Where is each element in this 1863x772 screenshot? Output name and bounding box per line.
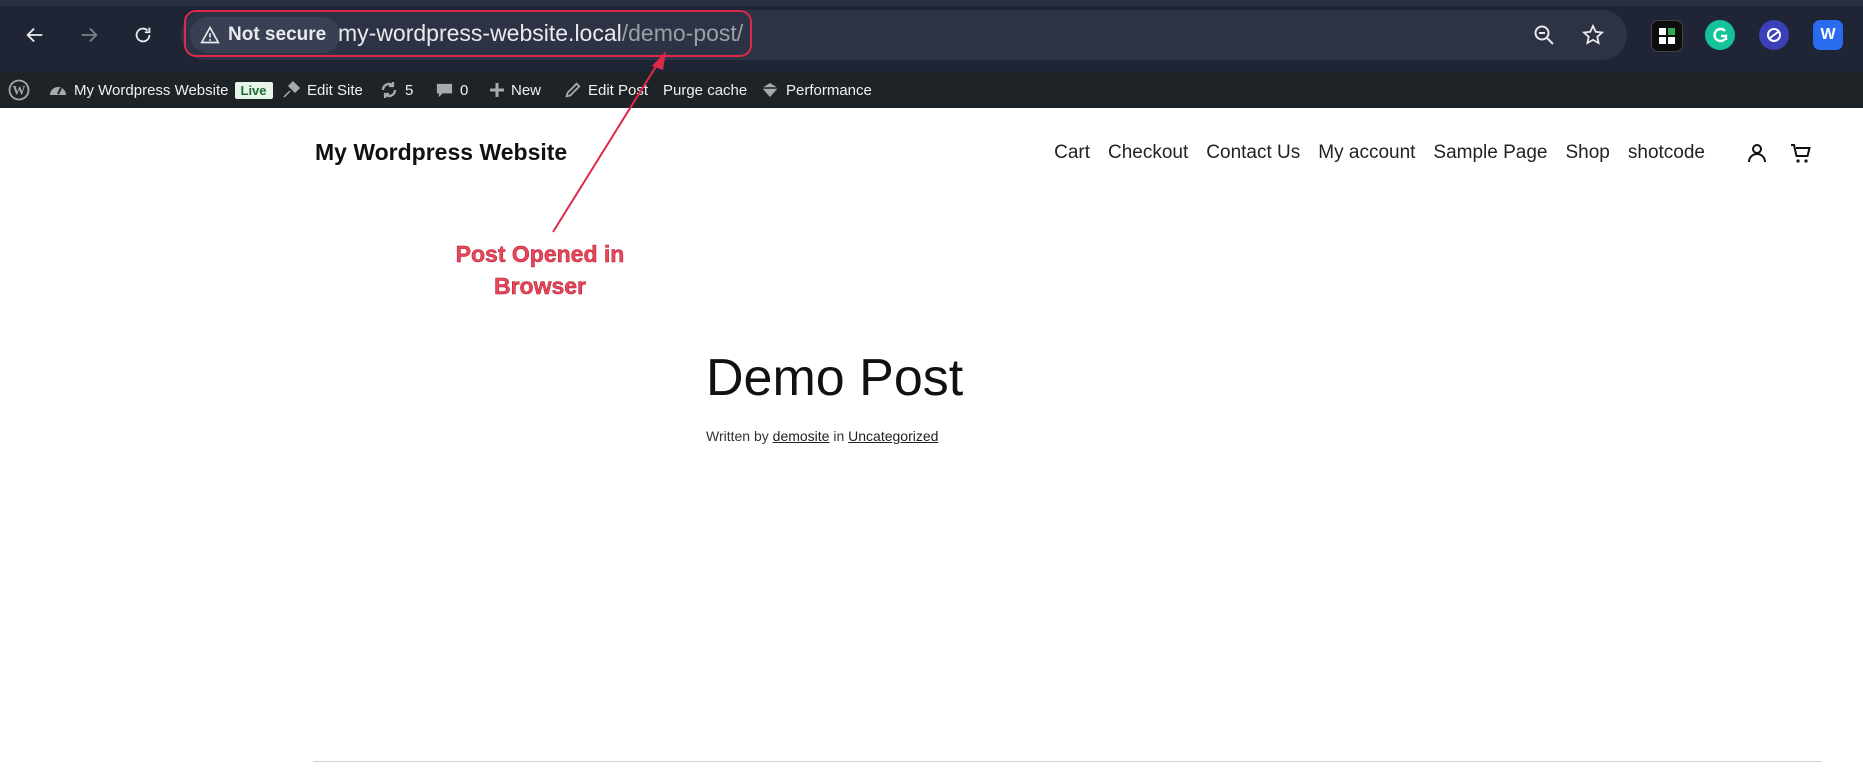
svg-text:W: W xyxy=(13,83,26,98)
sync-icon xyxy=(1767,28,1781,42)
post-title: Demo Post xyxy=(706,349,964,407)
grid-extension-icon[interactable] xyxy=(1651,20,1683,52)
annotation-label: Post Opened in Browser xyxy=(450,238,630,302)
forward-button[interactable] xyxy=(68,14,110,56)
reload-icon xyxy=(135,27,151,43)
url-highlight-box xyxy=(184,10,752,57)
nav-item-sample-page[interactable]: Sample Page xyxy=(1433,142,1547,164)
edit-site-label: Edit Site xyxy=(307,81,363,99)
edit-site-link[interactable]: Edit Site xyxy=(281,72,363,108)
zoom-button[interactable] xyxy=(1529,20,1559,50)
comment-icon xyxy=(436,83,453,97)
star-icon xyxy=(1581,23,1605,45)
nav-item-shop[interactable]: Shop xyxy=(1566,142,1610,164)
performance-icon xyxy=(762,83,778,97)
grammarly-g-icon xyxy=(1713,27,1728,43)
annotation-line-2: Browser xyxy=(493,273,587,300)
new-content-menu[interactable]: New xyxy=(489,72,541,108)
annotation-line-1: Post Opened in xyxy=(455,241,625,268)
w-extension-icon[interactable]: W xyxy=(1813,20,1843,50)
browser-toolbar: Not secure my-wordpress-website.local/de… xyxy=(0,0,1863,72)
nav-item-checkout[interactable]: Checkout xyxy=(1108,142,1188,164)
comments-count: 0 xyxy=(460,81,469,99)
sync-extension-icon[interactable] xyxy=(1759,20,1789,50)
live-badge: Live xyxy=(234,81,273,99)
comments-link[interactable]: 0 xyxy=(435,72,468,108)
site-title[interactable]: My Wordpress Website xyxy=(315,139,567,166)
tab-strip xyxy=(0,0,1863,6)
reload-button[interactable] xyxy=(122,14,164,56)
account-icon[interactable] xyxy=(1745,141,1769,165)
site-name-label: My Wordpress Website xyxy=(74,81,229,99)
updates-icon xyxy=(381,82,397,98)
bookmark-button[interactable] xyxy=(1578,20,1608,50)
grammarly-icon[interactable] xyxy=(1705,20,1735,50)
site-name-menu[interactable]: My Wordpress Website Live xyxy=(48,72,273,108)
purge-cache-label: Purge cache xyxy=(663,81,748,99)
post-meta: Written by demosite in Uncategorized xyxy=(706,428,938,444)
updates-link[interactable]: 5 xyxy=(379,72,413,108)
grid-icon xyxy=(1659,28,1675,44)
performance-link[interactable]: Performance xyxy=(760,72,872,108)
meta-prefix: Written by xyxy=(706,428,769,444)
wordpress-logo-icon: W xyxy=(8,79,30,101)
pencil-icon xyxy=(565,82,581,98)
site-navigation: Cart Checkout Contact Us My account Samp… xyxy=(1054,142,1705,164)
wp-logo-menu[interactable]: W xyxy=(8,72,30,108)
purge-cache-link[interactable]: Purge cache xyxy=(663,72,747,108)
cart-icon[interactable] xyxy=(1789,141,1813,165)
zoom-out-icon xyxy=(1534,25,1554,45)
plus-icon xyxy=(490,83,504,97)
arrow-left-icon xyxy=(26,27,43,43)
edit-post-label: Edit Post xyxy=(588,81,649,99)
updates-count: 5 xyxy=(405,81,414,99)
edit-post-link[interactable]: Edit Post xyxy=(564,72,648,108)
back-button[interactable] xyxy=(14,14,56,56)
wp-admin-bar: W My Wordpress Website Live Edit Site 5 … xyxy=(0,72,1863,108)
meta-in: in xyxy=(833,428,845,444)
category-link[interactable]: Uncategorized xyxy=(848,428,938,444)
nav-item-shotcode[interactable]: shotcode xyxy=(1628,142,1705,164)
w-letter-icon: W xyxy=(1820,26,1836,43)
nav-item-my-account[interactable]: My account xyxy=(1318,142,1415,164)
arrow-right-icon xyxy=(81,27,98,43)
nav-item-contact-us[interactable]: Contact Us xyxy=(1206,142,1300,164)
new-label: New xyxy=(511,81,542,99)
footer-divider xyxy=(313,761,1822,762)
author-link[interactable]: demosite xyxy=(773,428,830,444)
performance-label: Performance xyxy=(786,81,872,99)
brush-icon xyxy=(283,80,301,98)
dashboard-icon xyxy=(50,87,66,95)
nav-item-cart[interactable]: Cart xyxy=(1054,142,1090,164)
